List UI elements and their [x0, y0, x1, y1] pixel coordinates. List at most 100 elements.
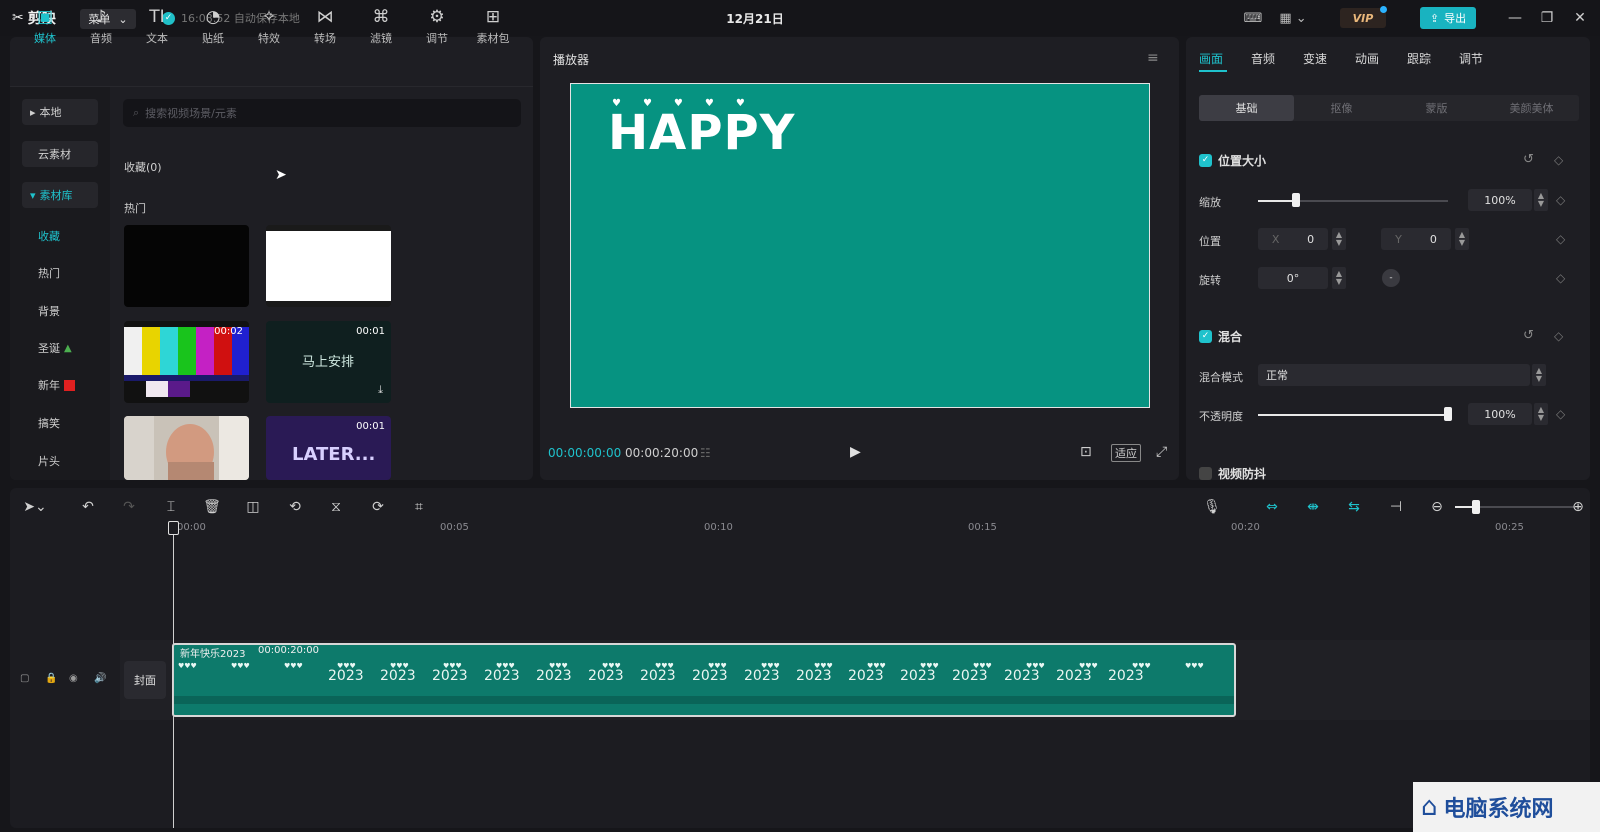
rotate-dial-icon[interactable]: -: [1382, 269, 1400, 287]
zoom-in-icon[interactable]: ⊕: [1568, 497, 1588, 517]
checkbox-icon[interactable]: ✓: [1199, 153, 1212, 167]
nav-funny[interactable]: 搞笑: [38, 415, 60, 431]
hamburger-menu-icon[interactable]: ≡: [1147, 50, 1159, 66]
nav-intro[interactable]: 片头: [38, 453, 60, 469]
keyframe-icon[interactable]: ◇: [1556, 232, 1565, 246]
subtab-cutout[interactable]: 抠像: [1294, 95, 1389, 121]
cover-button[interactable]: 封面: [124, 661, 166, 699]
subtab-basic[interactable]: 基础: [1199, 95, 1294, 121]
position-y-input[interactable]: Y0: [1381, 228, 1451, 250]
grid-icon[interactable]: ☷: [700, 446, 711, 460]
keyframe-icon[interactable]: ◇: [1556, 407, 1565, 421]
tool-material-pack[interactable]: ⊞ 素材包: [466, 4, 520, 48]
keyframe-icon[interactable]: ◇: [1554, 329, 1563, 343]
thumb-face[interactable]: [124, 416, 249, 480]
opacity-slider-knob[interactable]: [1444, 407, 1452, 421]
shortcut-icon[interactable]: ⌨: [1242, 10, 1264, 26]
eye-icon[interactable]: ◉: [69, 673, 78, 684]
split-icon[interactable]: ⌶: [161, 497, 181, 517]
download-icon[interactable]: ⤓: [378, 383, 383, 397]
position-x-input[interactable]: X0: [1258, 228, 1328, 250]
reset-icon[interactable]: ↺: [1523, 328, 1534, 343]
tool-audio[interactable]: ♪ 音频: [74, 4, 128, 48]
subtab-mask[interactable]: 蒙版: [1389, 95, 1484, 121]
nav-favorites[interactable]: 收藏: [38, 228, 60, 244]
playhead-handle[interactable]: [168, 521, 179, 535]
close-icon[interactable]: ✕: [1570, 8, 1590, 28]
vip-button[interactable]: VIP: [1340, 8, 1386, 28]
link-icon[interactable]: ⇆: [1344, 497, 1364, 517]
thumb-text-clip[interactable]: 00:01 马上安排 ⤓: [266, 321, 391, 403]
zoom-out-icon[interactable]: ⊖: [1427, 497, 1447, 517]
scale-stepper[interactable]: ▲ ▼: [1534, 189, 1548, 211]
tool-adjust[interactable]: ⚙ 调节: [410, 4, 464, 48]
track-cover-toggle-icon[interactable]: ▢: [20, 673, 29, 684]
nav-hot[interactable]: 热门: [38, 265, 60, 281]
favorites-label[interactable]: 收藏(0): [124, 159, 162, 175]
mirror-icon[interactable]: ⧖: [326, 497, 346, 517]
opacity-input[interactable]: 100%: [1468, 403, 1532, 425]
microphone-icon[interactable]: 🎙: [1202, 497, 1222, 517]
crop-icon[interactable]: ⌗: [409, 497, 429, 517]
playhead[interactable]: [173, 525, 174, 828]
tool-sticker[interactable]: ◔ 贴纸: [186, 4, 240, 48]
keyframe-icon[interactable]: ◇: [1556, 193, 1565, 207]
thumb-white[interactable]: [266, 225, 391, 307]
keyframe-icon[interactable]: ◇: [1556, 271, 1565, 285]
preview-axis-icon[interactable]: ⊣: [1386, 497, 1406, 517]
restore-icon[interactable]: ❐: [1537, 8, 1557, 28]
nav-cloud[interactable]: 云素材: [22, 141, 98, 167]
y-stepper[interactable]: ▲ ▼: [1455, 228, 1469, 250]
tab-adjust[interactable]: 调节: [1459, 50, 1483, 67]
export-button[interactable]: ⇪ 导出: [1420, 7, 1476, 29]
freeze-icon[interactable]: ◫: [243, 497, 263, 517]
tool-text[interactable]: TI 文本: [130, 4, 184, 48]
blend-section[interactable]: ✓ 混合: [1199, 328, 1242, 344]
stabilize-section[interactable]: 视频防抖: [1199, 465, 1266, 481]
search-input[interactable]: ⌕ 搜索视频场景/元素: [123, 99, 521, 127]
main-track-magnet-icon[interactable]: ⇔: [1262, 497, 1282, 517]
redo-icon[interactable]: ↷: [119, 497, 139, 517]
scale-input[interactable]: 100%: [1468, 189, 1532, 211]
screenshot-icon[interactable]: ⊡: [1080, 444, 1092, 460]
tab-animation[interactable]: 动画: [1355, 50, 1379, 67]
tab-audio[interactable]: 音频: [1251, 50, 1275, 67]
nav-background[interactable]: 背景: [38, 303, 60, 319]
tool-effects[interactable]: ✧ 特效: [242, 4, 296, 48]
delete-icon[interactable]: 🗑: [202, 497, 222, 517]
blend-mode-select[interactable]: 正常: [1258, 364, 1530, 386]
thumb-later[interactable]: 00:01 LATER...: [266, 416, 391, 480]
blend-mode-arrows[interactable]: ▲ ▼: [1532, 364, 1546, 386]
select-tool-icon[interactable]: ➤⌄: [18, 497, 52, 517]
volume-icon[interactable]: 🔊: [94, 673, 106, 684]
checkbox-icon[interactable]: ✓: [1199, 329, 1212, 343]
tab-speed[interactable]: 变速: [1303, 50, 1327, 67]
lock-icon[interactable]: 🔒: [45, 673, 57, 684]
subtab-beauty[interactable]: 美颜美体: [1484, 95, 1579, 121]
scale-slider-knob[interactable]: [1292, 193, 1300, 207]
minimize-icon[interactable]: —: [1505, 8, 1525, 28]
nav-new-year[interactable]: 新年: [38, 377, 75, 393]
x-stepper[interactable]: ▲ ▼: [1332, 228, 1346, 250]
thumb-black[interactable]: [124, 225, 249, 307]
tool-media[interactable]: ▣ 媒体: [18, 4, 72, 48]
nav-library[interactable]: ▾ 素材库: [22, 182, 98, 208]
keyframe-icon[interactable]: ◇: [1554, 153, 1563, 167]
reset-icon[interactable]: ↺: [1523, 152, 1534, 167]
nav-local[interactable]: ▸ 本地: [22, 99, 98, 125]
tool-transition[interactable]: ⋈ 转场: [298, 4, 352, 48]
nav-christmas[interactable]: 圣诞 ▲: [38, 340, 72, 356]
rotate-input[interactable]: 0°: [1258, 267, 1328, 289]
rotate-icon[interactable]: ⟳: [368, 497, 388, 517]
position-size-section[interactable]: ✓ 位置大小: [1199, 152, 1266, 168]
tab-tracking[interactable]: 跟踪: [1407, 50, 1431, 67]
thumb-color-bars[interactable]: 00:02: [124, 321, 249, 403]
auto-snap-icon[interactable]: ⇼: [1303, 497, 1323, 517]
tab-picture[interactable]: 画面: [1199, 50, 1223, 67]
opacity-stepper[interactable]: ▲ ▼: [1534, 403, 1548, 425]
tool-filter[interactable]: ⌘ 滤镜: [354, 4, 408, 48]
checkbox-icon[interactable]: [1199, 466, 1212, 480]
reverse-icon[interactable]: ⟲: [285, 497, 305, 517]
play-icon[interactable]: ▶: [850, 444, 861, 460]
layout-icon[interactable]: ▦ ⌄: [1276, 10, 1310, 26]
